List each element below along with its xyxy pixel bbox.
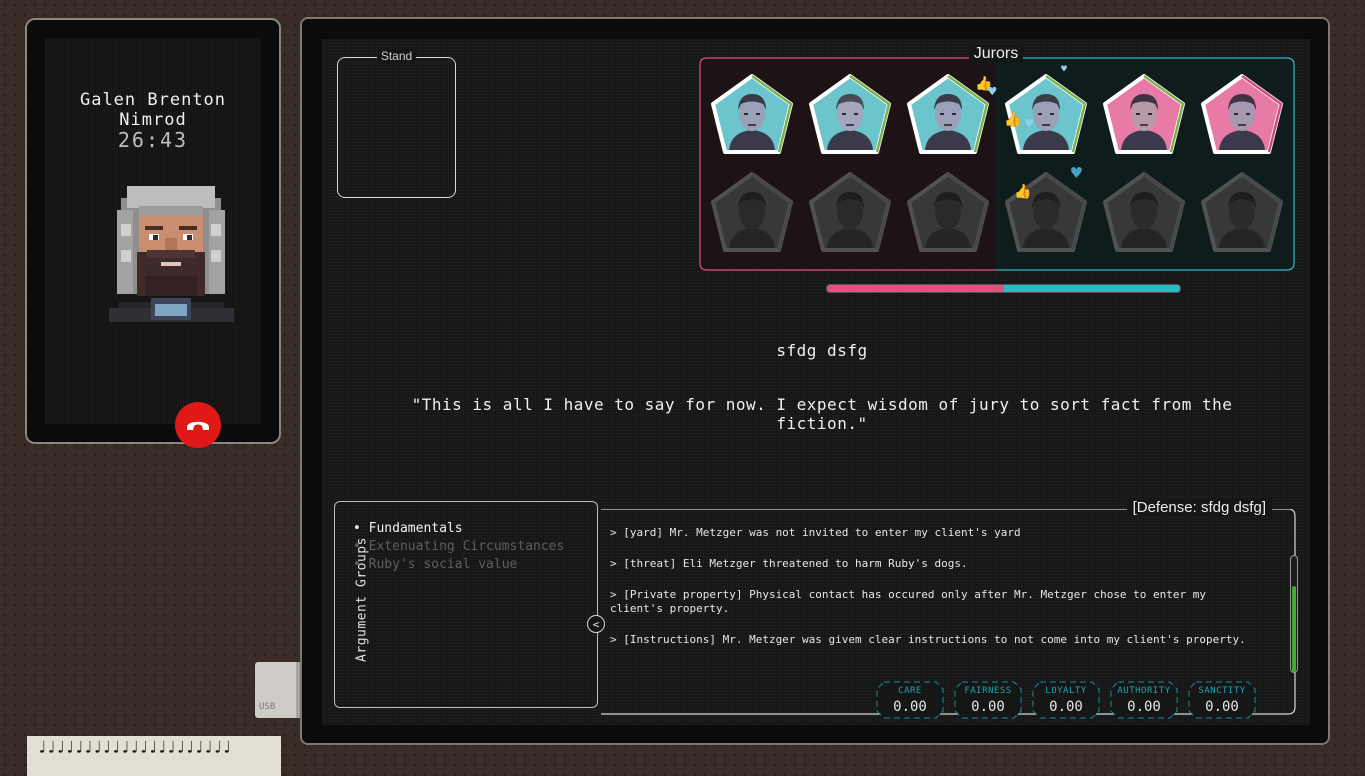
moral-label: CARE — [898, 686, 922, 696]
argument-item[interactable]: > [Private property] Physical contact ha… — [610, 588, 1260, 616]
chevron-left-icon: < — [592, 618, 600, 631]
stand-label: Stand — [376, 49, 417, 63]
argument-group-label: Ruby's social value — [368, 557, 518, 572]
bullet-icon: • — [353, 557, 369, 572]
moral-loyalty: LOYALTY 0.00 — [1032, 681, 1100, 719]
juror-empty-seat[interactable] — [807, 170, 893, 256]
caller-name: Galen Brenton Nimrod — [79, 90, 227, 130]
argument-groups-panel: Argument Groups • Fundamentals • Extenuat… — [334, 501, 598, 708]
argument-item[interactable]: > [Instructions] Mr. Metzger was givem c… — [610, 633, 1260, 647]
arguments-title: [Defense: sfdg dsfg] — [1126, 499, 1272, 516]
moral-authority: AUTHORITY 0.00 — [1110, 681, 1178, 719]
juror-empty-seat[interactable] — [709, 170, 795, 256]
meter-prosecution-fill — [827, 285, 1004, 292]
moral-label: SANCTITY — [1198, 686, 1246, 696]
moral-value: 0.00 — [1049, 699, 1083, 715]
argument-item[interactable]: > [yard] Mr. Metzger was not invited to … — [610, 526, 1260, 540]
argument-list: > [yard] Mr. Metzger was not invited to … — [610, 526, 1260, 664]
argument-item[interactable]: > [threat] Eli Metzger threatened to har… — [610, 557, 1260, 571]
juror-empty-seat[interactable] — [1101, 170, 1187, 256]
heart-icon: ♥ — [1025, 116, 1034, 132]
monitor-screen: Stand Jurors 👍 ♥ 👍 ♥ ♥ ♥ 👍 sfdg dsfg "Th… — [322, 39, 1310, 725]
call-timer: 26:43 — [117, 128, 189, 152]
juror-portrait[interactable] — [1101, 72, 1187, 158]
juror-portrait[interactable] — [1199, 72, 1285, 158]
juror-portrait[interactable] — [709, 72, 795, 158]
jurors-title: Jurors — [969, 45, 1023, 63]
usb-label: USB — [259, 702, 276, 712]
jury-balance-meter — [826, 284, 1181, 293]
heart-icon: ♥ — [988, 84, 997, 100]
argument-group-list: • Fundamentals • Extenuating Circumstance… — [353, 520, 564, 574]
juror-empty-seat[interactable] — [1199, 170, 1285, 256]
moral-value: 0.00 — [1205, 699, 1239, 715]
bullet-icon: • — [353, 539, 369, 554]
heart-icon: ♥ — [1061, 64, 1068, 75]
hang-up-button[interactable] — [175, 402, 221, 448]
argument-group-item[interactable]: • Extenuating Circumstances — [353, 538, 564, 556]
phone-screen: Galen Brenton Nimrod 26:43 — [45, 38, 261, 448]
moral-label: AUTHORITY — [1117, 686, 1171, 696]
usb-stick[interactable]: USB — [255, 662, 300, 718]
argument-group-item[interactable]: • Ruby's social value — [353, 556, 564, 574]
bullet-icon: • — [353, 521, 369, 536]
argument-group-item[interactable]: • Fundamentals — [353, 520, 564, 538]
phone-hangup-icon — [187, 421, 209, 430]
notepad-rings: ♩♩♩♩♩♩♩♩♩♩♩♩♩♩♩♩♩♩♩♩♩ — [37, 738, 232, 758]
courtroom-monitor: Stand Jurors 👍 ♥ 👍 ♥ ♥ ♥ 👍 sfdg dsfg "Th… — [300, 17, 1330, 745]
thumbs-up-icon: 👍 — [1004, 112, 1022, 128]
arguments-scrollbar[interactable] — [1290, 555, 1298, 673]
thumbs-up-icon: 👍 — [1014, 184, 1032, 200]
jurors-panel: Jurors 👍 ♥ 👍 ♥ ♥ ♥ 👍 — [699, 45, 1295, 271]
phone-call-panel: Galen Brenton Nimrod 26:43 — [25, 18, 281, 448]
moral-value: 0.00 — [971, 699, 1005, 715]
moral-value: 0.00 — [1127, 699, 1161, 715]
argument-group-label: Fundamentals — [368, 521, 463, 536]
juror-empty-seat[interactable] — [905, 170, 991, 256]
notepad[interactable]: ♩♩♩♩♩♩♩♩♩♩♩♩♩♩♩♩♩♩♩♩♩ — [27, 736, 281, 776]
moral-sanctity: SANCTITY 0.00 — [1188, 681, 1256, 719]
moral-care: CARE 0.00 — [876, 681, 944, 719]
moral-fairness: FAIRNESS 0.00 — [954, 681, 1022, 719]
speaker-name: sfdg dsfg — [776, 341, 868, 360]
judge-portrait — [109, 186, 234, 322]
juror-portrait[interactable] — [807, 72, 893, 158]
dialogue-text: "This is all I have to say for now. I ex… — [411, 395, 1233, 433]
moral-value: 0.00 — [893, 699, 927, 715]
moral-label: LOYALTY — [1045, 686, 1087, 696]
meter-defense-fill — [1003, 285, 1180, 292]
moral-label: FAIRNESS — [964, 686, 1012, 696]
heart-icon: ♥ — [1071, 163, 1082, 184]
witness-stand: Stand — [337, 49, 456, 198]
scrollbar-thumb[interactable] — [1292, 586, 1296, 672]
argument-group-label: Extenuating Circumstances — [368, 539, 565, 554]
